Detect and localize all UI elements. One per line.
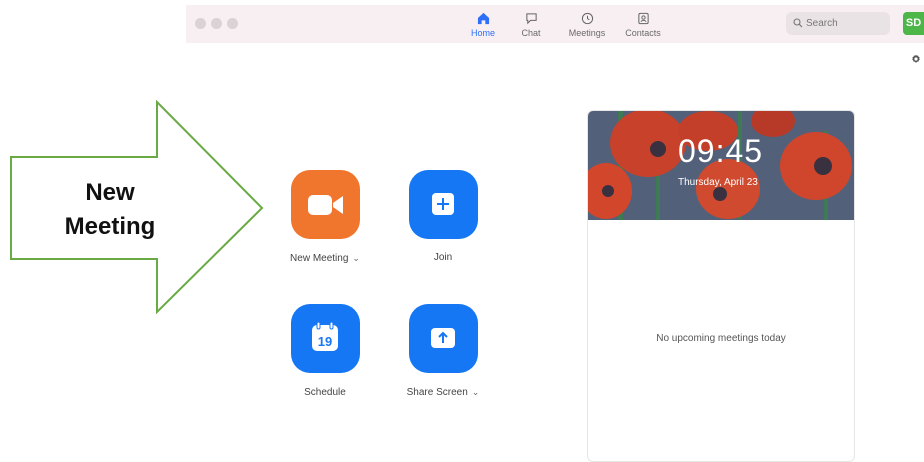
- zoom-window-button[interactable]: [227, 18, 238, 29]
- new-meeting-action: New Meeting ⌄: [265, 170, 385, 264]
- callout-line-1: New: [85, 179, 135, 206]
- tab-contacts-label: Contacts: [625, 28, 661, 38]
- title-bar: Home Chat Meetings Contacts Search SD: [186, 5, 924, 43]
- plus-icon: [431, 193, 454, 215]
- tab-chat[interactable]: Chat: [501, 9, 561, 43]
- tab-meetings[interactable]: Meetings: [557, 9, 617, 43]
- clock-icon: [581, 12, 593, 25]
- new-meeting-label-row: New Meeting ⌄: [265, 253, 385, 264]
- tab-chat-label: Chat: [521, 28, 541, 38]
- upcoming-meetings-panel: 09:45 Thursday, April 23 No upcoming mee…: [587, 110, 855, 462]
- no-meetings-text: No upcoming meetings today: [656, 333, 786, 344]
- contacts-icon: [637, 12, 649, 25]
- schedule-button[interactable]: 19: [290, 304, 360, 373]
- home-icon: [477, 12, 489, 25]
- upload-arrow-icon: [430, 328, 455, 348]
- share-screen-button[interactable]: [408, 304, 478, 373]
- search-icon: [793, 18, 803, 28]
- clock-date: Thursday, April 23: [678, 177, 758, 188]
- join-button[interactable]: [408, 170, 478, 239]
- close-window-button[interactable]: [195, 18, 206, 29]
- chat-icon: [525, 13, 537, 25]
- search-box[interactable]: [786, 12, 890, 35]
- tab-meetings-label: Meetings: [568, 28, 606, 38]
- new-meeting-chevron-down-icon[interactable]: ⌄: [352, 253, 360, 263]
- share-screen-chevron-down-icon[interactable]: ⌄: [472, 387, 480, 397]
- gear-icon[interactable]: [911, 54, 921, 64]
- join-label: Join: [433, 252, 453, 263]
- share-screen-label-row: Share Screen ⌄: [383, 387, 503, 398]
- clock-time: 09:45: [678, 133, 764, 169]
- new-meeting-label: New Meeting: [290, 253, 349, 264]
- minimize-window-button[interactable]: [211, 18, 222, 29]
- search-input[interactable]: [806, 15, 884, 32]
- video-camera-icon: [307, 195, 343, 215]
- join-action: Join: [383, 170, 503, 263]
- calendar-icon: 19: [311, 322, 338, 351]
- schedule-action: 19 Schedule: [265, 304, 385, 398]
- tab-contacts[interactable]: Contacts: [613, 9, 673, 43]
- share-screen-label: Share Screen: [406, 387, 468, 398]
- new-meeting-button[interactable]: [290, 170, 360, 239]
- callout-line-2: Meeting: [64, 213, 156, 240]
- avatar[interactable]: SD: [903, 12, 924, 35]
- calendar-day: 19: [317, 334, 331, 349]
- callout-text: New Meeting: [30, 176, 190, 244]
- share-screen-action: Share Screen ⌄: [383, 304, 503, 398]
- schedule-label: Schedule: [304, 387, 346, 398]
